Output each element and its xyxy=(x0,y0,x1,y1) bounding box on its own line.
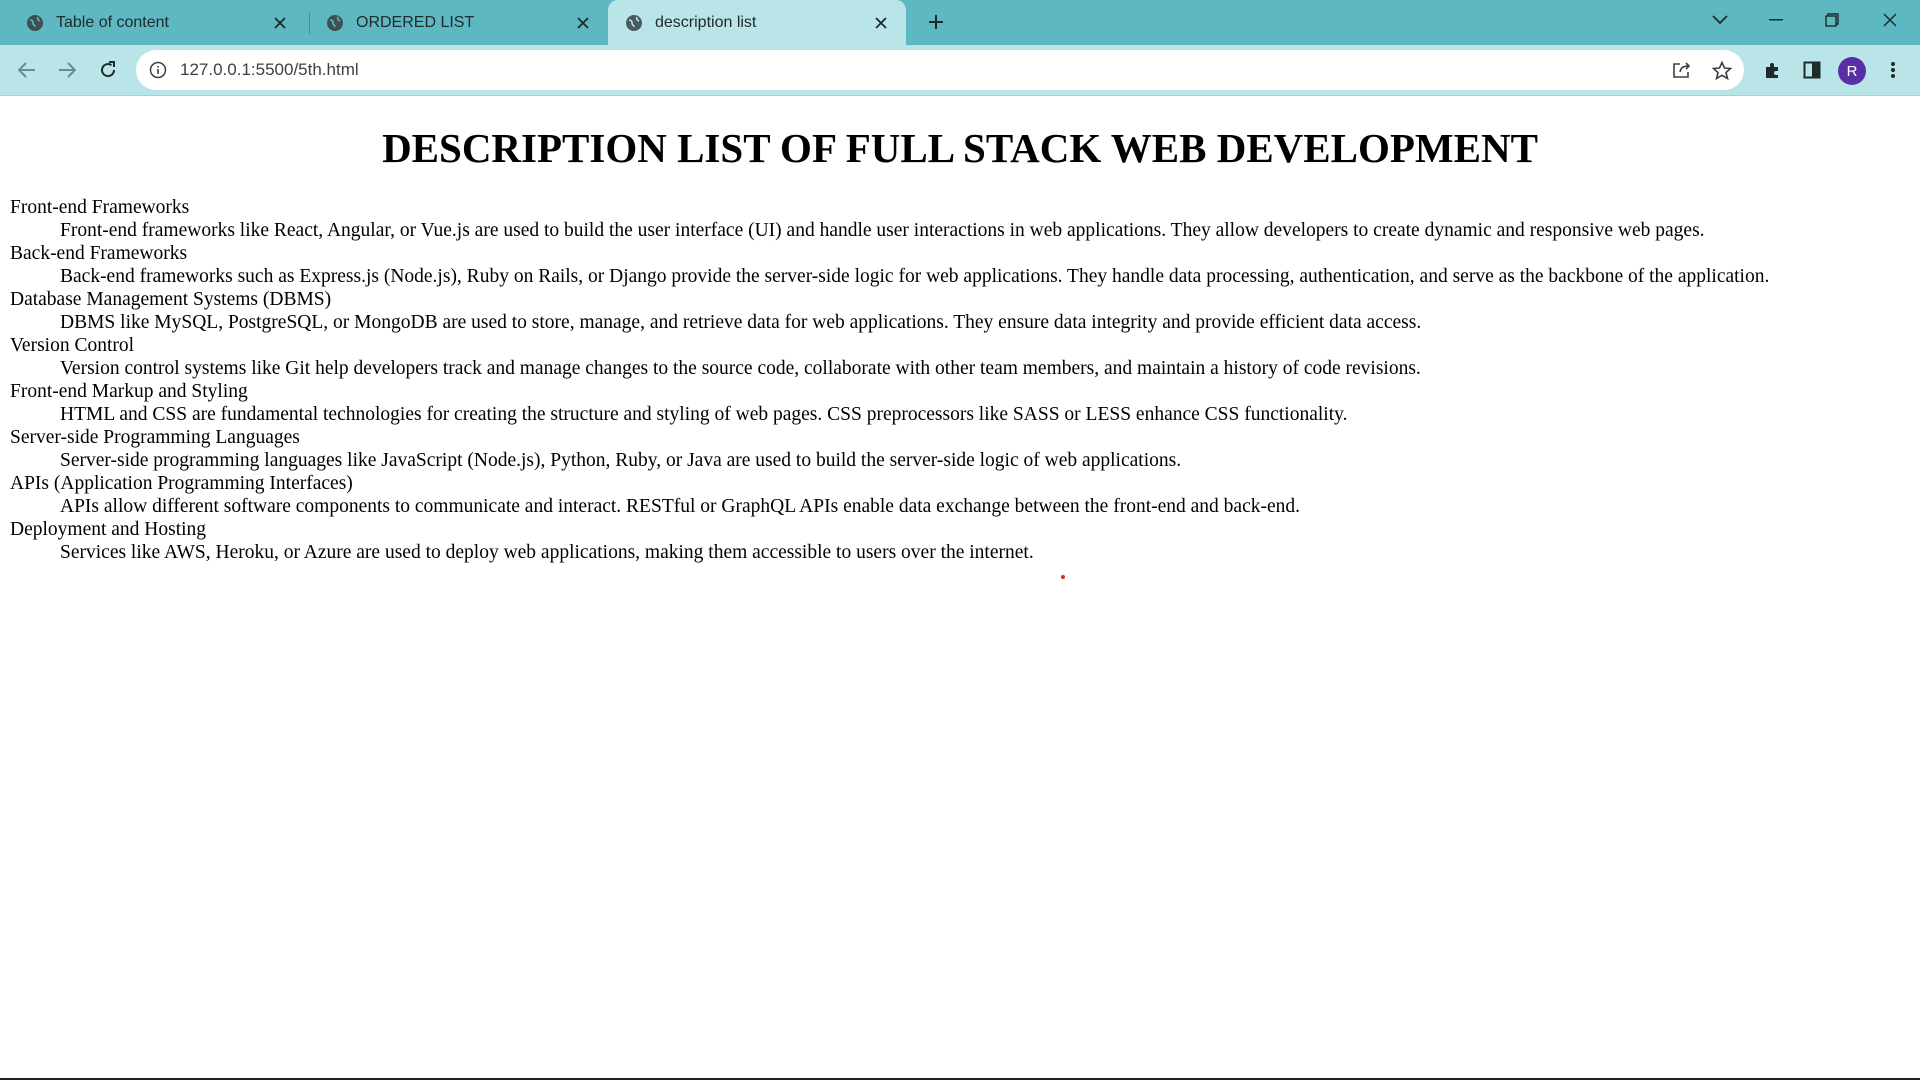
profile-avatar[interactable]: R xyxy=(1838,57,1866,85)
tab-table-of-content[interactable]: Table of content xyxy=(0,0,305,45)
list-description: HTML and CSS are fundamental technologie… xyxy=(60,404,1348,425)
site-info-icon[interactable] xyxy=(148,60,168,80)
bookmark-star-icon[interactable] xyxy=(1705,53,1739,87)
list-description: APIs allow different software components… xyxy=(60,496,1301,517)
share-icon[interactable] xyxy=(1665,53,1699,87)
globe-icon xyxy=(325,13,344,32)
address-bar[interactable]: 127.0.0.1:5500/5th.html xyxy=(136,50,1744,90)
list-term: Front-end Frameworks xyxy=(10,197,190,218)
page-title: DESCRIPTION LIST OF FULL STACK WEB DEVEL… xyxy=(382,125,1538,171)
list-term: Front-end Markup and Styling xyxy=(10,381,248,402)
list-term: Deployment and Hosting xyxy=(10,519,207,540)
minimize-button[interactable] xyxy=(1748,0,1804,40)
list-description: Front-end frameworks like React, Angular… xyxy=(60,220,1705,241)
tab-description-list[interactable]: description list xyxy=(608,0,906,45)
tab-search-button[interactable] xyxy=(1692,0,1748,40)
url-text[interactable]: 127.0.0.1:5500/5th.html xyxy=(180,60,359,80)
browser-toolbar: 127.0.0.1:5500/5th.html R xyxy=(0,45,1920,95)
close-icon[interactable] xyxy=(269,12,291,34)
tab-divider xyxy=(309,12,310,34)
list-term: APIs (Application Programming Interfaces… xyxy=(10,473,353,494)
list-description: Version control systems like Git help de… xyxy=(60,358,1421,379)
list-description: DBMS like MySQL, PostgreSQL, or MongoDB … xyxy=(60,312,1422,333)
list-description: Server-side programming languages like J… xyxy=(60,450,1182,471)
restore-button[interactable] xyxy=(1804,0,1860,40)
close-icon[interactable] xyxy=(572,12,594,34)
tab-title: description list xyxy=(655,13,757,31)
tab-strip: Table of content ORDERED LIST descriptio… xyxy=(0,0,1920,45)
list-description: Back-end frameworks such as Express.js (… xyxy=(60,266,1770,287)
close-icon[interactable] xyxy=(870,12,892,34)
cursor-dot xyxy=(1061,575,1065,579)
extensions-puzzle-icon[interactable] xyxy=(1756,53,1790,87)
list-term: Server-side Programming Languages xyxy=(10,427,300,448)
tab-title: Table of content xyxy=(56,13,169,31)
web-page: DESCRIPTION LIST OF FULL STACK WEB DEVEL… xyxy=(0,96,1920,1078)
new-tab-button[interactable] xyxy=(922,8,950,36)
globe-icon xyxy=(624,13,643,32)
list-term: Database Management Systems (DBMS) xyxy=(10,289,332,310)
tab-ordered-list[interactable]: ORDERED LIST xyxy=(313,0,608,45)
back-button[interactable] xyxy=(10,53,44,87)
list-term: Version Control xyxy=(10,335,135,356)
side-panel-icon[interactable] xyxy=(1795,53,1829,87)
forward-button[interactable] xyxy=(50,53,84,87)
reload-button[interactable] xyxy=(91,53,125,87)
close-window-button[interactable] xyxy=(1862,0,1918,40)
menu-kebab-icon[interactable] xyxy=(1876,53,1910,87)
tab-title: ORDERED LIST xyxy=(356,13,475,31)
globe-icon xyxy=(25,13,44,32)
list-term: Back-end Frameworks xyxy=(10,243,188,264)
description-list: Front-end Frameworks Front-end framework… xyxy=(10,196,1910,564)
list-description: Services like AWS, Heroku, or Azure are … xyxy=(60,542,1034,563)
